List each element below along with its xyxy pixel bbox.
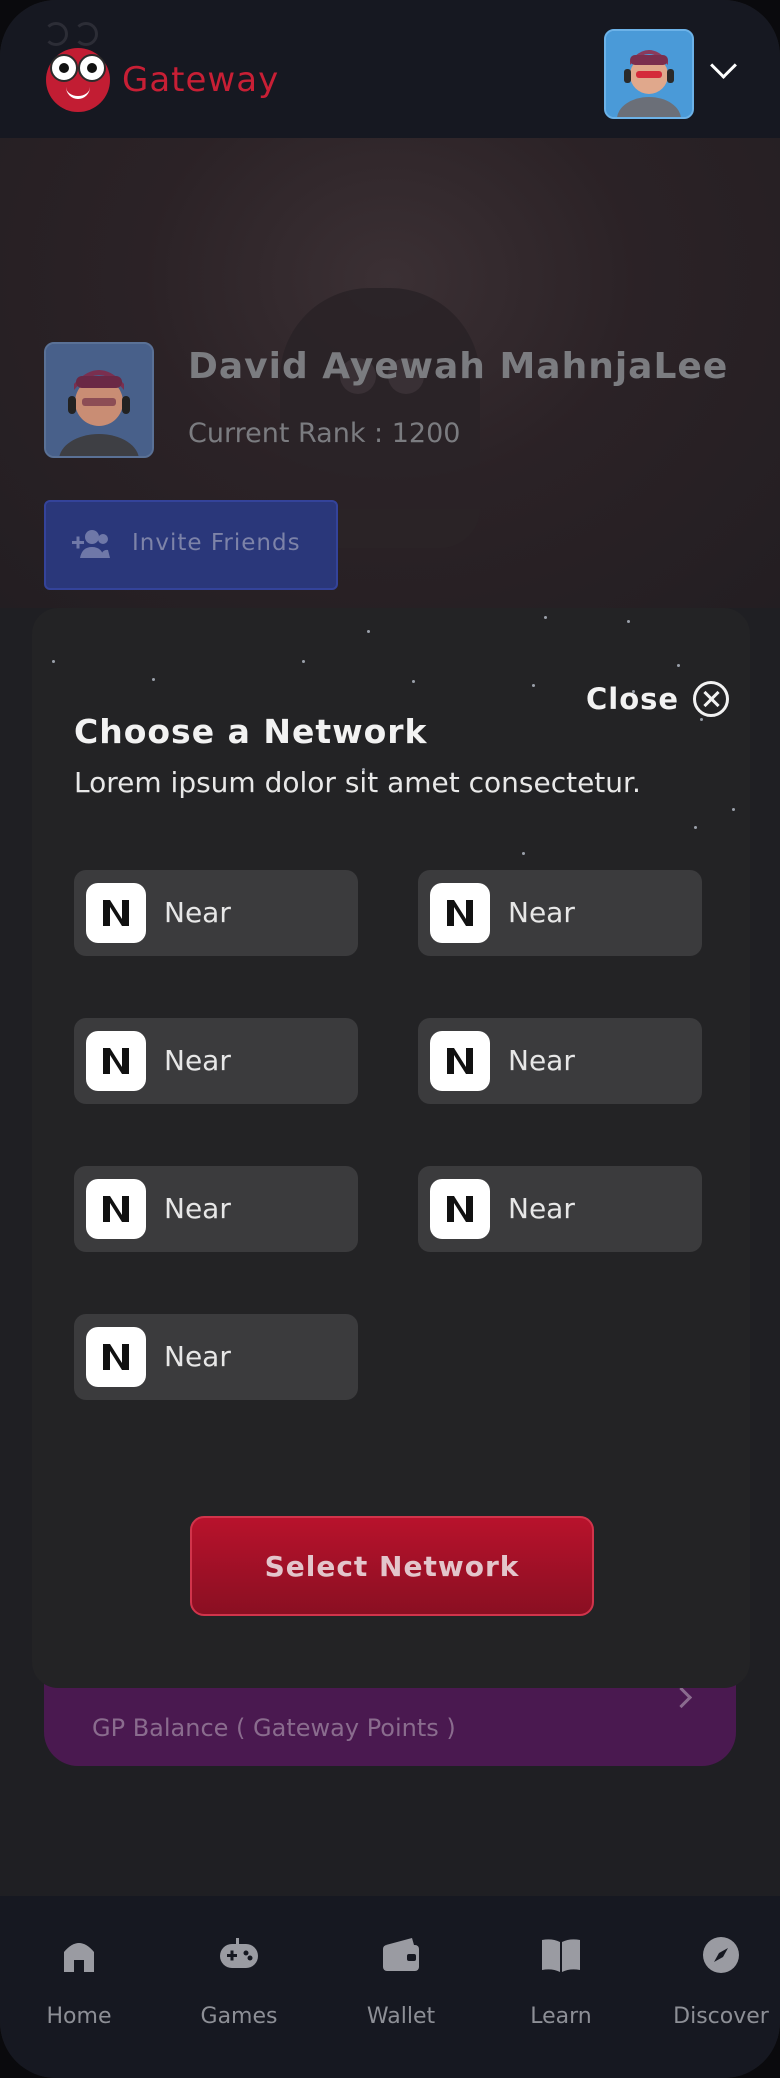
nav-label: Games xyxy=(200,2004,278,2029)
user-avatar[interactable] xyxy=(604,29,694,119)
network-label: Near xyxy=(508,1044,575,1077)
invite-friends-label: Invite Friends xyxy=(132,530,301,556)
nav-discover[interactable]: Discover xyxy=(656,1932,780,2042)
network-option[interactable]: Near xyxy=(418,870,702,956)
choose-network-modal: Close Choose a Network Lorem ipsum dolor… xyxy=(32,608,750,1688)
network-label: Near xyxy=(164,1044,231,1077)
near-logo-icon xyxy=(430,883,490,943)
nav-games[interactable]: Games xyxy=(174,1932,304,2042)
near-logo-icon xyxy=(430,1031,490,1091)
network-label: Near xyxy=(164,1340,231,1373)
profile-avatar xyxy=(44,342,154,458)
network-label: Near xyxy=(164,896,231,929)
network-label: Near xyxy=(164,1192,231,1225)
chevron-down-icon[interactable] xyxy=(710,52,737,79)
network-option[interactable]: Near xyxy=(74,1018,358,1104)
app-name: Gateway xyxy=(122,60,280,100)
select-network-button[interactable]: Select Network xyxy=(190,1516,594,1616)
close-circle-icon xyxy=(693,681,730,717)
network-option[interactable]: Near xyxy=(418,1018,702,1104)
logo-antenna xyxy=(44,22,68,46)
nav-label: Discover xyxy=(673,2004,769,2029)
add-user-icon xyxy=(72,530,110,558)
near-logo-icon xyxy=(430,1179,490,1239)
network-label: Near xyxy=(508,1192,575,1225)
nav-learn[interactable]: Learn xyxy=(496,1932,626,2042)
book-open-icon xyxy=(542,1939,580,1972)
ladybug-mascot-icon xyxy=(46,48,110,112)
invite-friends-button[interactable]: Invite Friends xyxy=(44,500,338,590)
logo-antenna xyxy=(74,22,98,46)
nav-home[interactable]: Home xyxy=(14,1932,144,2042)
app-screen: Gateway David Ayewah MahnjaLee Current R… xyxy=(0,0,780,2078)
near-logo-icon xyxy=(86,1031,146,1091)
near-logo-icon xyxy=(86,1327,146,1387)
nav-label: Home xyxy=(46,2004,112,2029)
close-button[interactable]: Close xyxy=(586,674,730,724)
current-rank: Current Rank : 1200 xyxy=(188,418,461,449)
bottom-navigation: Home Games Wallet Learn Discover xyxy=(0,1896,780,2078)
nav-label: Learn xyxy=(530,2004,592,2029)
network-label: Near xyxy=(508,896,575,929)
network-option[interactable]: Near xyxy=(74,1166,358,1252)
network-option[interactable]: Near xyxy=(418,1166,702,1252)
network-option[interactable]: Near xyxy=(74,870,358,956)
gamepad-icon xyxy=(220,1938,258,1968)
nav-wallet[interactable]: Wallet xyxy=(336,1932,466,2042)
home-icon xyxy=(64,1943,94,1972)
top-app-bar: Gateway xyxy=(0,0,780,138)
close-label: Close xyxy=(586,682,680,716)
near-logo-icon xyxy=(86,1179,146,1239)
select-network-label: Select Network xyxy=(264,1550,520,1583)
modal-subtitle: Lorem ipsum dolor sit amet consectetur. xyxy=(74,766,641,799)
profile-name: David Ayewah MahnjaLee xyxy=(188,346,729,387)
near-logo-icon xyxy=(86,883,146,943)
network-option[interactable]: Near xyxy=(74,1314,358,1400)
modal-title: Choose a Network xyxy=(74,712,428,751)
wallet-icon xyxy=(383,1938,419,1971)
gp-balance-label: GP Balance ( Gateway Points ) xyxy=(92,1714,456,1742)
nav-label: Wallet xyxy=(366,2004,436,2029)
compass-icon xyxy=(703,1937,739,1973)
chevron-right-icon xyxy=(670,1686,693,1709)
